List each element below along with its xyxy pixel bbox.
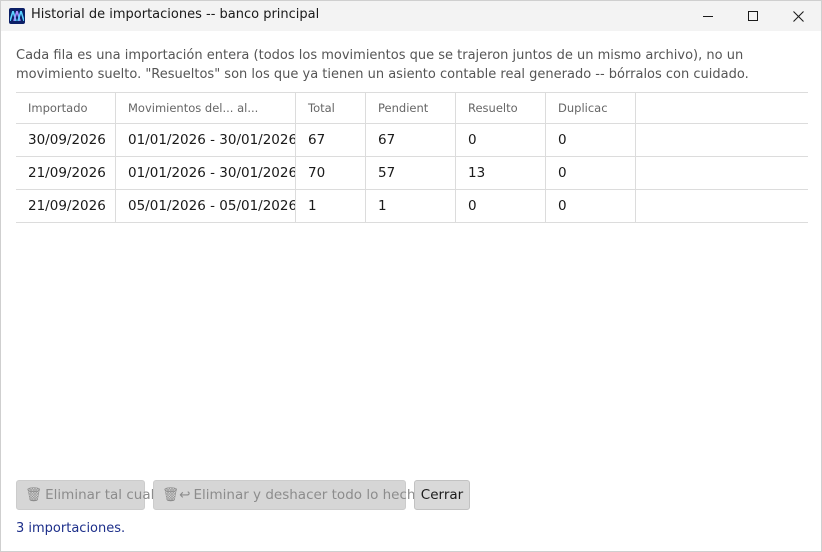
- delete-import-label: Eliminar tal cual: [45, 487, 155, 503]
- cell-pendientes: 57: [366, 157, 456, 189]
- cell-total: 1: [296, 190, 366, 222]
- delete-and-undo-button[interactable]: 🗑↩ Eliminar y deshacer todo lo hecho: [153, 480, 424, 510]
- column-header-duplicados[interactable]: Duplicac: [546, 93, 636, 123]
- column-header-movimientos[interactable]: Movimientos del... al...: [116, 93, 296, 123]
- table-header: Importado Movimientos del... al... Total…: [16, 93, 808, 124]
- cell-total: 70: [296, 157, 366, 189]
- cell-movimientos: 05/01/2026 - 05/01/2026: [116, 190, 296, 222]
- cell-duplicados: 0: [546, 124, 636, 156]
- cell-resueltos: 0: [456, 124, 546, 156]
- cell-movimientos: 01/01/2026 - 30/01/2026: [116, 157, 296, 189]
- cell-total: 67: [296, 124, 366, 156]
- window-title: Historial de importaciones -- banco prin…: [31, 7, 320, 22]
- close-button[interactable]: Cerrar: [414, 480, 470, 510]
- close-icon: [792, 10, 804, 22]
- cell-duplicados: 0: [546, 190, 636, 222]
- cell-pendientes: 1: [366, 190, 456, 222]
- close-button-label: Cerrar: [420, 487, 464, 503]
- imports-table[interactable]: Importado Movimientos del... al... Total…: [16, 92, 808, 223]
- table-row[interactable]: 21/09/2026 05/01/2026 - 05/01/2026 1 1 0…: [16, 190, 808, 223]
- maximize-icon: [748, 11, 758, 21]
- table-row[interactable]: 30/09/2026 01/01/2026 - 30/01/2026 67 67…: [16, 124, 808, 157]
- trash-undo-icon: 🗑↩: [162, 487, 191, 503]
- minimize-icon: [703, 16, 713, 17]
- column-header-importado[interactable]: Importado: [16, 93, 116, 123]
- cell-resueltos: 13: [456, 157, 546, 189]
- app-logo-icon: [9, 8, 25, 24]
- cell-pendientes: 67: [366, 124, 456, 156]
- delete-import-button[interactable]: 🗑 Eliminar tal cual: [16, 480, 154, 510]
- cell-movimientos: 01/01/2026 - 30/01/2026: [116, 124, 296, 156]
- description-text: Cada fila es una importación entera (tod…: [16, 48, 749, 82]
- trash-icon: 🗑: [25, 487, 43, 503]
- cell-duplicados: 0: [546, 157, 636, 189]
- column-header-pendientes[interactable]: Pendient: [366, 93, 456, 123]
- delete-and-undo-label: Eliminar y deshacer todo lo hecho: [193, 487, 424, 503]
- cell-importado: 21/09/2026: [16, 157, 116, 189]
- table-row[interactable]: 21/09/2026 01/01/2026 - 30/01/2026 70 57…: [16, 157, 808, 190]
- column-header-resueltos[interactable]: Resuelto: [456, 93, 546, 123]
- column-header-total[interactable]: Total: [296, 93, 366, 123]
- cell-importado: 21/09/2026: [16, 190, 116, 222]
- status-text: 3 importaciones.: [16, 521, 126, 536]
- cell-importado: 30/09/2026: [16, 124, 116, 156]
- minimize-button[interactable]: [685, 1, 731, 31]
- close-window-button[interactable]: [775, 1, 821, 31]
- maximize-button[interactable]: [730, 1, 776, 31]
- import-history-window: Historial de importaciones -- banco prin…: [0, 0, 822, 552]
- title-bar[interactable]: Historial de importaciones -- banco prin…: [1, 1, 821, 31]
- cell-resueltos: 0: [456, 190, 546, 222]
